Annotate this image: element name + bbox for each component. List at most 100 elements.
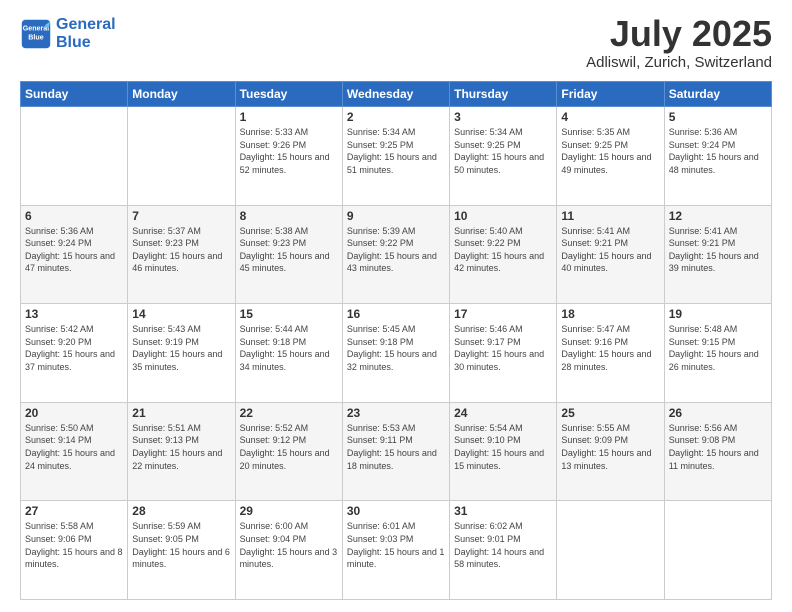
calendar-cell: 14 Sunrise: 5:43 AMSunset: 9:19 PMDayligh… (128, 304, 235, 403)
day-number: 11 (561, 209, 659, 223)
calendar-cell: 25 Sunrise: 5:55 AMSunset: 9:09 PMDayligh… (557, 402, 664, 501)
day-info: Sunrise: 5:34 AMSunset: 9:25 PMDaylight:… (347, 126, 445, 176)
day-number: 26 (669, 406, 767, 420)
day-number: 14 (132, 307, 230, 321)
calendar-cell: 27 Sunrise: 5:58 AMSunset: 9:06 PMDayligh… (21, 501, 128, 600)
calendar-cell: 2 Sunrise: 5:34 AMSunset: 9:25 PMDaylight… (342, 107, 449, 206)
day-number: 7 (132, 209, 230, 223)
calendar-cell: 16Sunrise: 5:45 AMSunset: 9:18 PMDayligh… (342, 304, 449, 403)
day-number: 10 (454, 209, 552, 223)
calendar-week-row: 6Sunrise: 5:36 AMSunset: 9:24 PMDaylight… (21, 205, 772, 304)
day-number: 1 (240, 110, 338, 124)
calendar-cell: 18Sunrise: 5:47 AMSunset: 9:16 PMDayligh… (557, 304, 664, 403)
day-info: Sunrise: 5:42 AMSunset: 9:20 PMDaylight:… (25, 323, 123, 373)
day-of-week-header: Saturday (664, 82, 771, 107)
day-info: Sunrise: 5:53 AMSunset: 9:11 PMDaylight:… (347, 422, 445, 472)
day-number: 17 (454, 307, 552, 321)
day-number: 29 (240, 504, 338, 518)
calendar-cell: 17 Sunrise: 5:46 AMSunset: 9:17 PMDayligh… (450, 304, 557, 403)
day-number: 12 (669, 209, 767, 223)
calendar-cell: 10 Sunrise: 5:40 AMSunset: 9:22 PMDayligh… (450, 205, 557, 304)
calendar-cell: 23 Sunrise: 5:53 AMSunset: 9:11 PMDayligh… (342, 402, 449, 501)
calendar-cell: 7Sunrise: 5:37 AMSunset: 9:23 PMDaylight… (128, 205, 235, 304)
day-info: Sunrise: 5:40 AMSunset: 9:22 PMDaylight:… (454, 225, 552, 275)
day-info: Sunrise: 5:48 AMSunset: 9:15 PMDaylight:… (669, 323, 767, 373)
day-number: 15 (240, 307, 338, 321)
logo: General Blue General Blue (20, 16, 116, 51)
day-info: Sunrise: 5:56 AMSunset: 9:08 PMDaylight:… (669, 422, 767, 472)
day-info: Sunrise: 5:46 AMSunset: 9:17 PMDaylight:… (454, 323, 552, 373)
day-info: Sunrise: 5:52 AMSunset: 9:12 PMDaylight:… (240, 422, 338, 472)
day-info: Sunrise: 6:01 AMSunset: 9:03 PMDaylight:… (347, 520, 445, 570)
day-of-week-header: Monday (128, 82, 235, 107)
logo-text: General Blue (56, 16, 116, 51)
day-info: Sunrise: 5:58 AMSunset: 9:06 PMDaylight:… (25, 520, 123, 570)
logo-icon: General Blue (20, 18, 52, 50)
calendar-cell: 8 Sunrise: 5:38 AMSunset: 9:23 PMDaylight… (235, 205, 342, 304)
day-info: Sunrise: 5:38 AMSunset: 9:23 PMDaylight:… (240, 225, 338, 275)
day-number: 18 (561, 307, 659, 321)
day-info: Sunrise: 5:35 AMSunset: 9:25 PMDaylight:… (561, 126, 659, 176)
day-number: 3 (454, 110, 552, 124)
calendar-table: SundayMondayTuesdayWednesdayThursdayFrid… (20, 81, 772, 600)
calendar-cell: 15 Sunrise: 5:44 AMSunset: 9:18 PMDayligh… (235, 304, 342, 403)
calendar-week-row: 20Sunrise: 5:50 AMSunset: 9:14 PMDayligh… (21, 402, 772, 501)
calendar-week-row: 1 Sunrise: 5:33 AMSunset: 9:26 PMDaylight… (21, 107, 772, 206)
title-block: July 2025 Adliswil, Zurich, Switzerland (586, 16, 772, 71)
svg-text:Blue: Blue (28, 33, 43, 41)
calendar-cell: 13 Sunrise: 5:42 AMSunset: 9:20 PMDayligh… (21, 304, 128, 403)
day-info: Sunrise: 5:41 AMSunset: 9:21 PMDaylight:… (669, 225, 767, 275)
calendar-cell: 31Sunrise: 6:02 AMSunset: 9:01 PMDayligh… (450, 501, 557, 600)
day-number: 9 (347, 209, 445, 223)
logo-blue: Blue (56, 34, 91, 51)
day-number: 21 (132, 406, 230, 420)
day-number: 13 (25, 307, 123, 321)
day-of-week-header: Thursday (450, 82, 557, 107)
calendar-week-row: 27 Sunrise: 5:58 AMSunset: 9:06 PMDayligh… (21, 501, 772, 600)
day-info: Sunrise: 5:59 AMSunset: 9:05 PMDaylight:… (132, 520, 230, 570)
day-number: 2 (347, 110, 445, 124)
location: Adliswil, Zurich, Switzerland (586, 54, 772, 71)
day-info: Sunrise: 5:55 AMSunset: 9:09 PMDaylight:… (561, 422, 659, 472)
day-info: Sunrise: 5:41 AMSunset: 9:21 PMDaylight:… (561, 225, 659, 275)
calendar-cell: 26 Sunrise: 5:56 AMSunset: 9:08 PMDayligh… (664, 402, 771, 501)
calendar-cell: 19Sunrise: 5:48 AMSunset: 9:15 PMDayligh… (664, 304, 771, 403)
calendar-week-row: 13 Sunrise: 5:42 AMSunset: 9:20 PMDayligh… (21, 304, 772, 403)
calendar-header-row: SundayMondayTuesdayWednesdayThursdayFrid… (21, 82, 772, 107)
calendar-cell (128, 107, 235, 206)
day-info: Sunrise: 5:39 AMSunset: 9:22 PMDaylight:… (347, 225, 445, 275)
day-info: Sunrise: 5:36 AMSunset: 9:24 PMDaylight:… (25, 225, 123, 275)
day-info: Sunrise: 5:44 AMSunset: 9:18 PMDaylight:… (240, 323, 338, 373)
calendar-cell: 30 Sunrise: 6:01 AMSunset: 9:03 PMDayligh… (342, 501, 449, 600)
calendar-cell (21, 107, 128, 206)
calendar-cell: 3 Sunrise: 5:34 AMSunset: 9:25 PMDaylight… (450, 107, 557, 206)
day-number: 16 (347, 307, 445, 321)
day-number: 22 (240, 406, 338, 420)
day-number: 31 (454, 504, 552, 518)
day-info: Sunrise: 5:43 AMSunset: 9:19 PMDaylight:… (132, 323, 230, 373)
logo-general: General (56, 16, 116, 33)
calendar-cell: 24 Sunrise: 5:54 AMSunset: 9:10 PMDayligh… (450, 402, 557, 501)
calendar-cell (557, 501, 664, 600)
page: General Blue General Blue July 2025 Adli… (0, 0, 792, 612)
calendar-cell: 12 Sunrise: 5:41 AMSunset: 9:21 PMDayligh… (664, 205, 771, 304)
day-number: 30 (347, 504, 445, 518)
calendar-cell: 22 Sunrise: 5:52 AMSunset: 9:12 PMDayligh… (235, 402, 342, 501)
day-info: Sunrise: 5:50 AMSunset: 9:14 PMDaylight:… (25, 422, 123, 472)
calendar-cell: 4 Sunrise: 5:35 AMSunset: 9:25 PMDaylight… (557, 107, 664, 206)
day-info: Sunrise: 5:54 AMSunset: 9:10 PMDaylight:… (454, 422, 552, 472)
header: General Blue General Blue July 2025 Adli… (20, 16, 772, 71)
day-number: 27 (25, 504, 123, 518)
day-of-week-header: Sunday (21, 82, 128, 107)
day-of-week-header: Friday (557, 82, 664, 107)
day-info: Sunrise: 5:34 AMSunset: 9:25 PMDaylight:… (454, 126, 552, 176)
day-number: 4 (561, 110, 659, 124)
day-number: 8 (240, 209, 338, 223)
day-info: Sunrise: 5:33 AMSunset: 9:26 PMDaylight:… (240, 126, 338, 176)
day-number: 24 (454, 406, 552, 420)
calendar-cell (664, 501, 771, 600)
day-number: 25 (561, 406, 659, 420)
day-info: Sunrise: 5:51 AMSunset: 9:13 PMDaylight:… (132, 422, 230, 472)
day-number: 23 (347, 406, 445, 420)
day-of-week-header: Wednesday (342, 82, 449, 107)
